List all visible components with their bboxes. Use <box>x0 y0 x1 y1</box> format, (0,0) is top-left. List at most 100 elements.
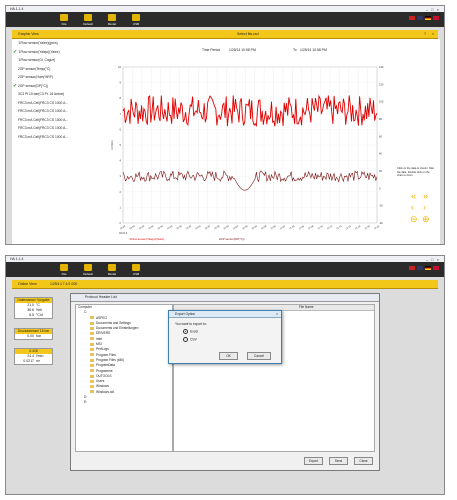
flag-icon-4[interactable] <box>433 266 439 270</box>
sensor-item[interactable]: ✔ '1Flow sensor(Yaiejo)(Yaiex) <box>12 48 97 57</box>
flag-icon-1[interactable] <box>409 16 415 20</box>
time-period-label: Time Period <box>202 48 221 52</box>
x-tick-label: 11:10 <box>317 224 324 230</box>
sensor-label: FRC3 mA Cell(FRC3 CS 1000 A... <box>18 100 69 105</box>
file-button-2[interactable]: File <box>54 263 74 276</box>
flag-icon-1[interactable] <box>409 266 415 270</box>
sensor-item[interactable]: '1Flow sensor(Gl, Cnglzr) <box>12 56 97 65</box>
value-box-1: Datenstand / Vorgabe 21.0 °C 36.6 %rh 6.5 °… <box>14 297 53 319</box>
sensor-item[interactable]: ✔ 2GP sensor(DP(°C)) <box>12 82 97 91</box>
sensor-label: FRC3 mA Cell(FRC3 CS 1000 A... <box>18 134 69 139</box>
tree-node-label: Windows <box>96 384 109 389</box>
next-icon[interactable]: › <box>423 202 426 212</box>
tree-node-label: PerfLogs <box>96 347 109 352</box>
flag-icon-2[interactable] <box>417 16 423 20</box>
tree-node-label: Computer <box>78 305 92 309</box>
folder-icon <box>90 321 94 325</box>
model-icon <box>108 14 116 21</box>
x-tick-label: 10:40 <box>176 224 183 230</box>
x-tick-label: 10:30 <box>129 224 136 230</box>
file-name-column[interactable]: File Name <box>299 305 314 310</box>
zoom-in-icon[interactable]: ⊕ <box>422 214 430 225</box>
folder-tree[interactable]: Computer C: ASPEG Documents and Settings Doc… <box>75 304 173 452</box>
time-to-field[interactable]: 1/25/14 10:58 PM <box>300 48 327 52</box>
value-box-3: 0.418 24.4 l/min 0.0217 m³ <box>14 348 53 365</box>
sensor-item[interactable]: FRC3 mA Cell(FRC3 CS 1000 A... <box>12 116 97 125</box>
folder-icon <box>60 14 68 21</box>
y2-tick-label: 60 <box>379 134 382 138</box>
y2-tick-label: 140 <box>379 65 384 69</box>
excel-radio[interactable]: Excel <box>169 326 281 334</box>
sensor-item[interactable]: FRC3 mA Cell(FRC3 CS 1000 A... <box>12 99 97 108</box>
sensor-item[interactable]: 3C3 Pt 10 bar(C3 Pt. 16 Arrbar) <box>12 90 97 99</box>
tree-node-label: DRIVERS <box>96 331 111 336</box>
sensor-label: FRC3 mA Cell(FRC3 CS 1000 A... <box>18 117 69 122</box>
usb-button-2[interactable]: USB <box>126 263 146 276</box>
sensor-label: '1Flow sensor(Gl, Cnglzr) <box>18 58 56 62</box>
tree-node-label: Users <box>96 379 105 384</box>
export-dialog: Export Option × You want to export to: Ex… <box>168 310 282 364</box>
x-tick-label: 11:18 <box>355 224 362 230</box>
folder-icon <box>90 337 94 341</box>
sensor-item[interactable]: FRC3 mA Cell(FRC3 CS 1000 A... <box>12 107 97 116</box>
language-flags[interactable] <box>407 16 439 21</box>
send-button[interactable]: Send <box>329 457 348 465</box>
sensor-item[interactable]: '1Flow sensor(Yalex)(gm/s) <box>12 39 97 48</box>
check-icon: ✔ <box>13 82 18 89</box>
usb-icon <box>132 264 140 271</box>
flag-icon-de[interactable] <box>425 266 431 270</box>
y2-tick-label: 0 <box>379 186 381 190</box>
help-icon[interactable]: ? <box>424 32 426 36</box>
y-axis-label: m³/min <box>110 140 114 149</box>
tree-node-label: Documents and Settings <box>96 320 131 325</box>
tree-node-label: D: <box>84 395 88 400</box>
usb-button[interactable]: USB <box>126 13 146 26</box>
language-flags-2[interactable] <box>407 266 439 271</box>
line-chart[interactable]: 10:28 10:30 10:32 10:34 10:36 10:38 10:40 10:42… <box>109 63 393 241</box>
cancel-button[interactable]: Cancel <box>247 352 271 360</box>
x-tick-label: 11:08 <box>308 224 315 230</box>
radio-icon[interactable] <box>183 337 188 342</box>
value-row: 6.5 °Cld <box>29 313 43 317</box>
sensor-item[interactable]: 2GP sensor(Hum(%RF) <box>12 73 97 82</box>
prev-icon[interactable]: ‹ <box>411 202 414 212</box>
csv-radio[interactable]: CSV <box>169 334 281 342</box>
zoom-out-icon[interactable]: ⊖ <box>410 214 418 225</box>
close-icon[interactable]: × <box>276 311 278 317</box>
ok-button[interactable]: OK <box>219 352 238 360</box>
flag-icon-de[interactable] <box>425 16 431 20</box>
model-button[interactable]: Model <box>102 13 122 26</box>
default-button-2[interactable]: Default <box>78 263 98 276</box>
time-from-field[interactable]: 1/25/14 10:58 PM <box>229 48 256 52</box>
default-button[interactable]: Default <box>78 13 98 26</box>
sensor-item[interactable]: FRC3 mA Cell(FRC3 CS 1000 A... <box>12 133 97 142</box>
folder-icon <box>90 316 94 320</box>
close-button[interactable]: Close <box>354 457 373 465</box>
y2-tick-label: -20 <box>379 204 383 208</box>
radio-selected-icon[interactable] <box>183 329 188 334</box>
scroll-left-icon[interactable]: « <box>411 191 416 201</box>
y2-tick-label: -40 <box>379 221 383 225</box>
scroll-right-icon[interactable]: » <box>423 191 428 201</box>
time-to-label: To <box>293 48 297 52</box>
tree-node-label: Documents und Einstellungen <box>96 326 139 331</box>
model-button-2[interactable]: Model <box>102 263 122 276</box>
y-tick-label: 10 <box>118 65 121 69</box>
y2-tick-label: 20 <box>379 169 382 173</box>
flag-icon-2[interactable] <box>417 266 423 270</box>
y-tick-label: 3 <box>120 174 122 178</box>
sensor-item[interactable]: 2GP sensor(Temp(°C) <box>12 65 97 74</box>
legend-entry: '1Flow sensor(Yaiejo)(Yaiex) <box>129 237 164 241</box>
file-button[interactable]: File <box>54 13 74 26</box>
export-button[interactable]: Export <box>304 457 323 465</box>
sensor-label: '1Flow sensor(Yalex)(gm/s) <box>18 41 58 45</box>
tree-node[interactable]: E: <box>76 400 172 405</box>
x-tick-label: 10:36 <box>157 224 164 230</box>
sensor-label: 3C3 Pt 10 bar(C3 Pt. 16 Arrbar) <box>18 92 65 96</box>
close-icon[interactable]: × <box>432 32 434 36</box>
flag-icon-4[interactable] <box>433 16 439 20</box>
sensor-item[interactable]: FRC3 mA Cell(FRC3 CS 1000 A... <box>12 124 97 133</box>
online-view-header: Online View 1/25/14 7:1/1 000 <box>12 280 438 289</box>
value-box-2: Druckadresse/ 16 bar 0.00 bar <box>14 328 53 340</box>
x-tick-label: 11:00 <box>270 224 277 230</box>
